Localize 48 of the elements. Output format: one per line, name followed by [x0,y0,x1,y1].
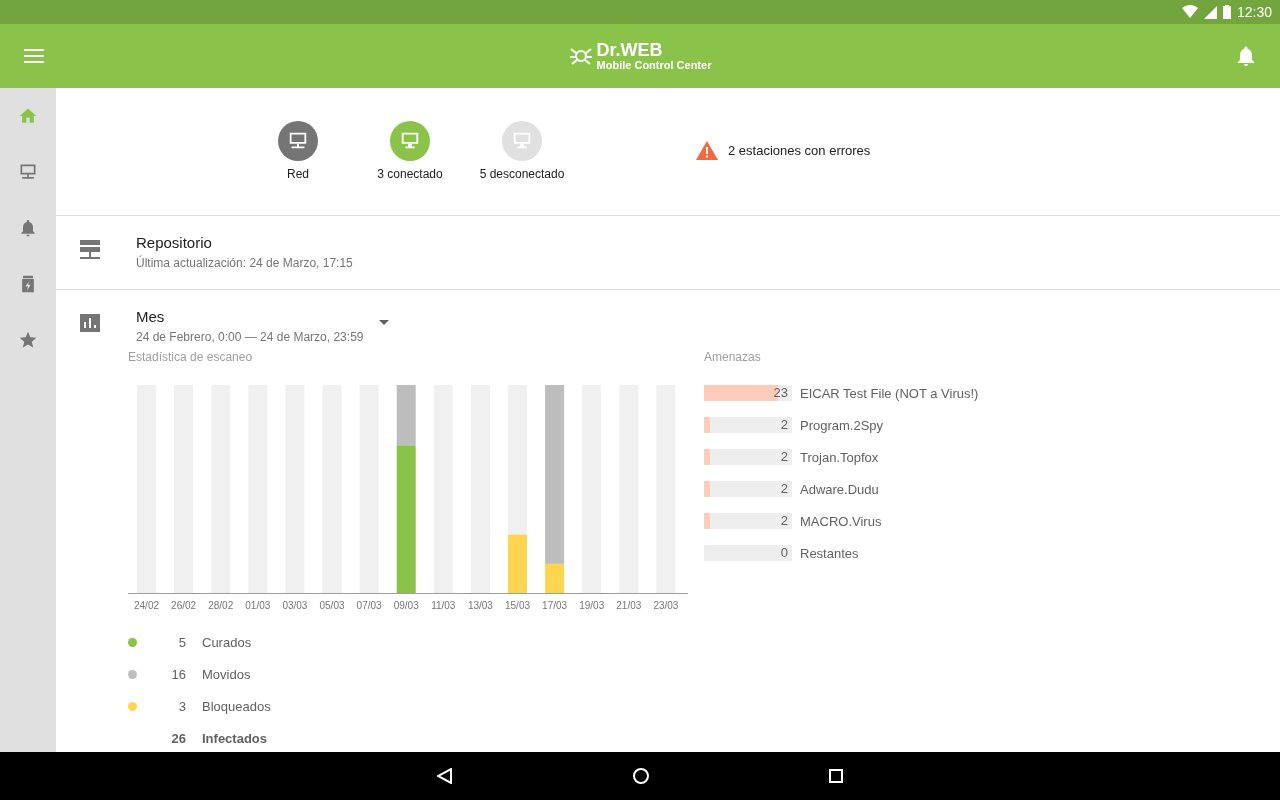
threat-name: EICAR Test File (NOT a Virus!) [800,385,979,401]
station-status-label: 3 conectado [377,166,443,181]
legend-label: Bloqueados [202,698,271,714]
axis-date-label: 01/03 [245,600,271,611]
period-title[interactable]: Mes [136,308,364,325]
clock-time: 12:30 [1236,4,1272,20]
threat-count: 2 [780,513,788,529]
total-count: 26 [170,730,186,746]
threat-name: Trojan.Topfox [800,449,879,465]
threat-name: Program.2Spy [800,417,884,433]
threats-title: Amenazas [704,350,762,364]
legend-count: 5 [177,634,186,650]
axis-date-label: 07/03 [356,600,382,611]
repository-update-time: Última actualización: 24 de Marzo, 17:15 [136,256,353,270]
chart-title: Estadística de escaneo [128,350,254,364]
axis-date-label: 05/03 [319,600,345,611]
warning-text: 2 estaciones con errores [728,143,871,158]
axis-date-label: 13/03 [467,600,493,611]
threat-count: 0 [780,545,788,561]
axis-date-label: 26/02 [171,600,197,611]
threat-count: 23 [773,385,788,401]
brand-subtitle: Mobile Control Center [596,60,712,71]
axis-date-label: 17/03 [542,600,568,611]
axis-date-label: 24/02 [134,600,159,611]
axis-date-label: 03/03 [282,600,308,611]
axis-date-label: 21/03 [616,600,642,611]
legend-label: Movidos [202,666,251,682]
axis-date-label: 11/03 [431,600,456,611]
axis-date-label: 28/02 [208,600,234,611]
threat-count: 2 [780,481,788,497]
threat-count: 2 [780,417,788,433]
repository-title: Repositorio [136,234,213,251]
axis-date-label: 23/03 [653,600,679,611]
threat-name: MACRO.Virus [800,513,882,529]
legend-count: 16 [170,666,186,682]
axis-date-label: 15/03 [505,600,530,611]
threat-name: Restantes [800,545,859,561]
total-label: Infectados [202,730,267,746]
legend-count: 3 [177,698,186,714]
station-status-label: 5 desconectado [479,166,565,181]
legend-label: Curados [202,634,252,650]
brand-name: Dr.WEB [596,41,664,59]
axis-date-label: 19/03 [579,600,605,611]
station-status-label: Red [287,166,309,181]
threat-count: 2 [780,449,788,465]
threat-name: Adware.Dudu [800,481,879,497]
axis-date-label: 09/03 [393,600,419,611]
period-range: 24 de Febrero, 0:00 — 24 de Marzo, 23:59 [136,330,364,344]
